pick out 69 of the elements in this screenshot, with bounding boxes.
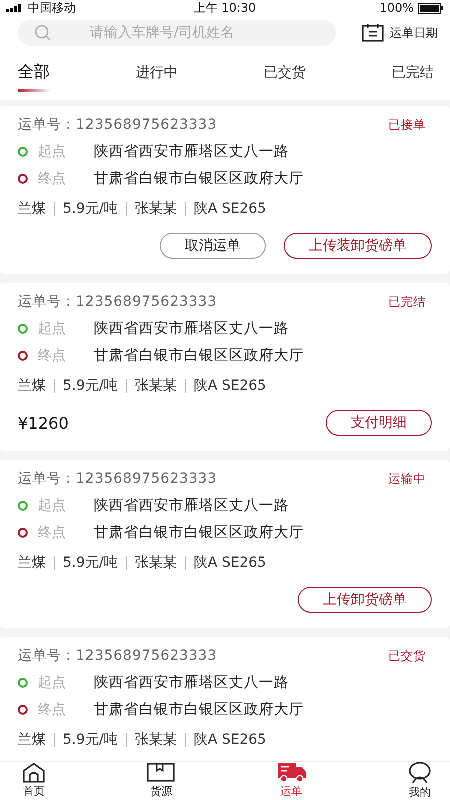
cargo-detail: 5.9元/吨 [63, 554, 118, 572]
filter-tab[interactable]: 已交货 [264, 62, 306, 92]
order-action-button[interactable]: 上传装卸货磅单 [284, 233, 432, 259]
date-filter-button[interactable]: 运单日期 [362, 24, 438, 42]
destination-label: 终点 [38, 700, 67, 718]
destination-dot-icon [18, 704, 28, 714]
destination-dot-icon [18, 528, 28, 538]
cargo-detail: 兰煤 [18, 377, 46, 395]
origin-address: 陕西省西安市雁塔区丈八一路 [94, 320, 289, 338]
order-number: 运单号：123568975623333 [18, 116, 218, 134]
cargo-detail: 陕A SE265 [194, 200, 266, 218]
cargo-detail: 5.9元/吨 [63, 200, 118, 218]
book-icon [147, 763, 176, 783]
origin-dot-icon [18, 678, 28, 688]
cargo-detail: 兰煤 [18, 200, 46, 218]
signal-icon [6, 4, 24, 12]
battery-percent: 100% [380, 1, 414, 15]
cargo-detail: 5.9元/吨 [63, 377, 118, 395]
origin-label: 起点 [38, 320, 67, 338]
user-icon [408, 762, 432, 784]
order-number: 运单号：123568975623333 [18, 647, 218, 665]
cargo-detail: 陕A SE265 [194, 731, 266, 749]
cargo-detail: 张某某 [134, 731, 177, 749]
cargo-detail: 兰煤 [18, 731, 46, 749]
filter-tab[interactable]: 已完结 [392, 62, 434, 92]
destination-label: 终点 [38, 170, 67, 188]
origin-label: 起点 [38, 674, 67, 692]
nav-tab[interactable]: 我的 [408, 762, 432, 800]
destination-dot-icon [18, 350, 28, 360]
order-action-button[interactable]: 支付明细 [326, 410, 432, 436]
clock-time: 上午 10:30 [194, 0, 256, 16]
filter-tab[interactable]: 进行中 [136, 62, 178, 92]
origin-label: 起点 [38, 496, 67, 514]
nav-tab[interactable]: 运单 [276, 762, 307, 800]
destination-dot-icon [18, 174, 28, 184]
order-action-button[interactable]: 上传卸货磅单 [298, 587, 432, 613]
calendar-icon [362, 24, 384, 42]
home-icon [22, 763, 46, 783]
search-field[interactable]: 请输入车牌号/司机姓名 [18, 20, 336, 46]
cargo-detail: 5.9元/吨 [63, 731, 118, 749]
search-icon [34, 24, 52, 42]
battery-icon [418, 2, 444, 14]
destination-address: 甘肃省白银市白银区区政府大厅 [94, 346, 304, 365]
origin-address: 陕西省西安市雁塔区丈八一路 [94, 496, 289, 515]
order-number: 运单号：123568975623333 [18, 293, 218, 311]
origin-dot-icon [18, 500, 28, 510]
cargo-detail: 陕A SE265 [194, 377, 266, 395]
cargo-detail: 陕A SE265 [194, 554, 266, 572]
origin-label: 起点 [38, 142, 67, 160]
origin-dot-icon [18, 324, 28, 334]
order-number: 运单号：123568975623333 [18, 470, 218, 488]
cargo-detail: 兰煤 [18, 554, 46, 572]
nav-tab[interactable]: 货源 [147, 762, 176, 800]
destination-address: 甘肃省白银市白银区区政府大厅 [94, 700, 304, 719]
destination-label: 终点 [38, 524, 67, 542]
destination-address: 甘肃省白银市白银区区政府大厅 [94, 524, 304, 542]
filter-tab[interactable]: 全部 [18, 62, 50, 92]
origin-dot-icon [18, 146, 28, 156]
destination-label: 终点 [38, 346, 67, 364]
origin-address: 陕西省西安市雁塔区丈八一路 [94, 142, 289, 161]
cargo-detail: 张某某 [134, 200, 177, 218]
destination-address: 甘肃省白银市白银区区政府大厅 [94, 170, 304, 188]
cargo-detail: 张某某 [134, 554, 177, 572]
order-action-button[interactable]: 取消运单 [160, 233, 266, 259]
nav-tab[interactable]: 首页 [22, 762, 46, 800]
order-price: ¥1260 [18, 414, 69, 432]
carrier-name: 中国移动 [28, 0, 76, 16]
cargo-detail: 张某某 [134, 377, 177, 395]
origin-address: 陕西省西安市雁塔区丈八一路 [94, 674, 289, 692]
